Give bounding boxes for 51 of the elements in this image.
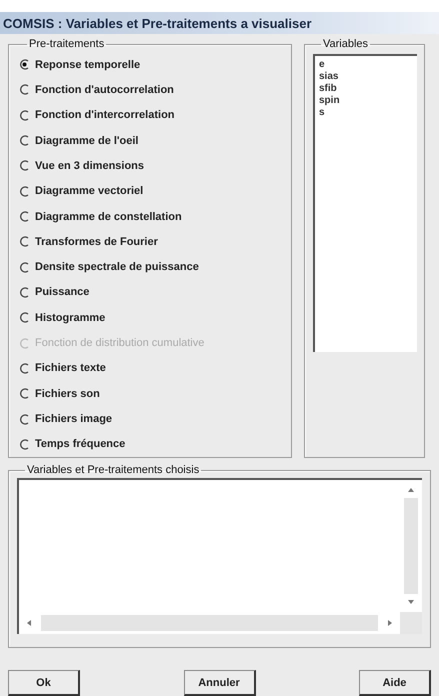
option-label: Puissance [35, 286, 90, 298]
option-label: Fichiers texte [35, 362, 106, 374]
option-label: Fonction d'autocorrelation [35, 84, 174, 96]
radio-button[interactable] [19, 286, 30, 298]
dialog-button[interactable]: Annuler [184, 670, 256, 696]
radio-button[interactable] [19, 236, 30, 248]
radio-button[interactable] [19, 160, 30, 172]
group-title: Variables et Pre-traitements choisis [26, 464, 200, 476]
option-label: Diagramme de l'oeil [35, 134, 138, 147]
list-item[interactable]: spin [319, 95, 413, 107]
option-label: Temps fréquence [35, 438, 126, 450]
option-label: Reponse temporelle [35, 58, 140, 71]
radio-button[interactable] [19, 312, 30, 324]
radio-button[interactable] [19, 135, 30, 146]
radio-button[interactable] [19, 84, 30, 96]
radio-button[interactable] [19, 110, 30, 121]
list-item[interactable]: e [319, 59, 413, 71]
option-label: Fonction de distribution cumulative [35, 337, 204, 350]
radio-button[interactable] [19, 186, 30, 197]
group-title: Pre-traitements [28, 38, 106, 50]
arrow-left-icon[interactable] [25, 619, 33, 627]
dialog-button[interactable]: Ok [8, 670, 80, 696]
scrollbar-track[interactable] [404, 498, 418, 594]
scrollbar-corner [400, 612, 422, 634]
option-label: Transformes de Fourier [35, 236, 158, 248]
option-label: Fonction d'intercorrelation [35, 109, 175, 122]
variables-list[interactable]: e sias sfib spin s [313, 54, 417, 352]
radio-button[interactable] [19, 438, 30, 450]
option-label: Fichiers son [35, 388, 100, 400]
list-item[interactable]: s [319, 107, 413, 119]
radio-button[interactable] [19, 362, 30, 374]
radio-button[interactable] [19, 59, 30, 70]
radio-button[interactable] [19, 414, 30, 425]
option-label: Fichiers image [35, 413, 112, 426]
arrow-up-icon[interactable] [407, 486, 415, 494]
option-label: Vue en 3 dimensions [35, 160, 144, 172]
list-item[interactable]: sfib [319, 83, 413, 95]
list-item[interactable]: sias [319, 71, 413, 83]
option-label: Diagramme vectoriel [35, 185, 144, 198]
radio-button[interactable] [19, 211, 30, 222]
arrow-down-icon[interactable] [407, 598, 415, 606]
scrollbar-track[interactable] [41, 615, 378, 631]
dialog-button[interactable]: Aide [359, 670, 431, 696]
option-label: Densite spectrale de puissance [35, 261, 199, 274]
option-label: Diagramme de constellation [35, 210, 182, 223]
radio-button[interactable] [19, 388, 30, 400]
window-title: COMSIS : Variables et Pre-traitements a visualiser [0, 12, 439, 34]
group-title: Variables [322, 38, 370, 50]
radio-button[interactable] [19, 262, 30, 273]
option-label: Histogramme [35, 312, 106, 324]
arrow-right-icon[interactable] [386, 619, 394, 627]
